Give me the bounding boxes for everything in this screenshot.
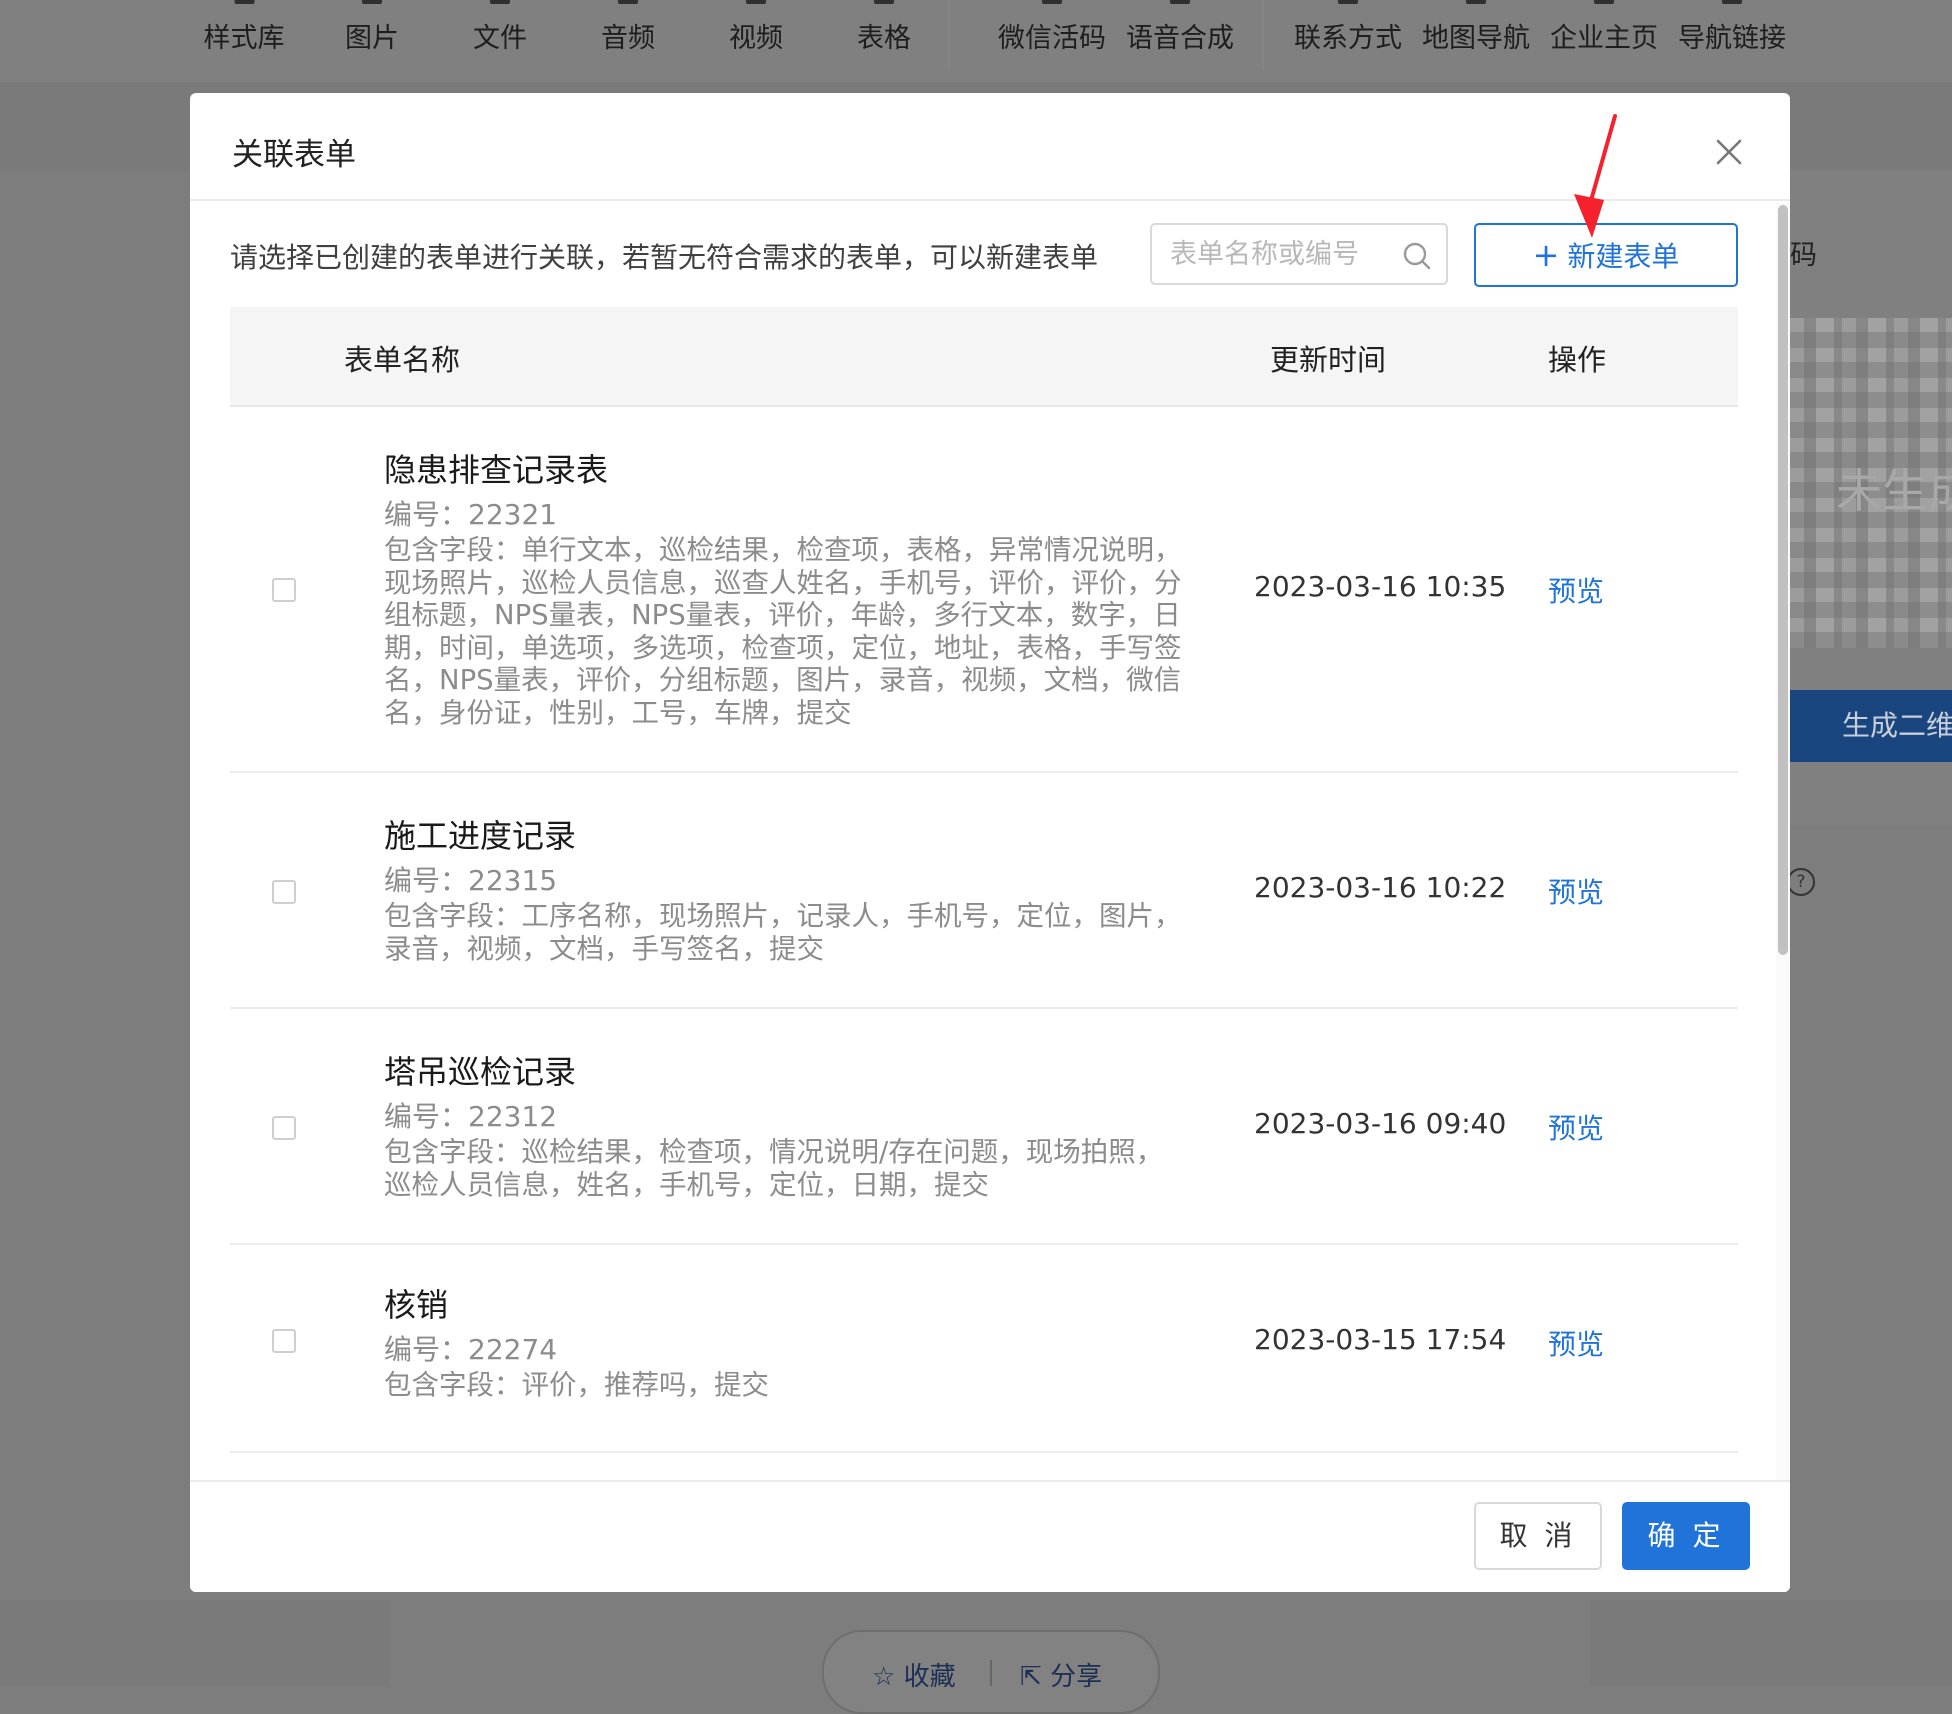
- dialog-title: 关联表单: [232, 137, 356, 173]
- favorite-button[interactable]: ☆ 收藏: [872, 1656, 956, 1693]
- plus-icon: +: [1532, 236, 1560, 274]
- column-header-action: 操作: [1548, 343, 1607, 377]
- form-code: 编号：22321: [384, 498, 558, 531]
- generate-qr-button[interactable]: 生成二维码: [1790, 690, 1952, 762]
- table-row: 隐患排查记录表 编号：22321 包含字段：单行文本，巡检结果，检查项，表格，异…: [230, 407, 1738, 773]
- toolbar-separator: [948, 0, 950, 70]
- pill-separator: [990, 1660, 992, 1686]
- toolbar-item-tts[interactable]: 语音合成: [1126, 0, 1234, 55]
- search-input[interactable]: [1170, 235, 1390, 273]
- close-icon: [1716, 139, 1742, 165]
- toolbar-item-file[interactable]: 文件: [473, 0, 527, 55]
- red-arrow-annotation: [1574, 114, 1617, 238]
- background-bottom-left: [0, 1600, 390, 1686]
- form-code: 编号：22312: [384, 1100, 558, 1133]
- toolbar-item-company-home[interactable]: 企业主页: [1550, 0, 1658, 55]
- form-code: 编号：22315: [384, 864, 558, 897]
- toolbar-item-video[interactable]: 视频: [729, 0, 783, 55]
- form-name: 核销: [384, 1286, 449, 1324]
- form-fields: 包含字段：单行文本，巡检结果，检查项，表格，异常情况说明，现场照片，巡检人员信息…: [384, 534, 1182, 729]
- form-updated-time: 2023-03-15 17:54: [1254, 1323, 1507, 1356]
- row-checkbox[interactable]: [272, 1329, 296, 1353]
- background-toolbar: 样式库 图片 文件 音频 视频 表格 微信活码 语音合成 联系方式 地图导航 企…: [0, 0, 1952, 82]
- form-fields: 包含字段：评价，推荐吗，提交: [384, 1369, 769, 1401]
- form-name: 塔吊巡检记录: [384, 1053, 577, 1091]
- column-header-name: 表单名称: [344, 343, 461, 377]
- toolbar-item-table[interactable]: 表格: [857, 0, 911, 55]
- confirm-button[interactable]: 确 定: [1622, 1502, 1750, 1570]
- row-checkbox[interactable]: [272, 578, 296, 602]
- form-fields: 包含字段：工序名称，现场照片，记录人，手机号，定位，图片，录音，视频，文档，手写…: [384, 900, 1182, 965]
- toolbar-item-wechat-code[interactable]: 微信活码: [998, 0, 1106, 55]
- preview-link[interactable]: 预览: [1548, 1107, 1604, 1147]
- toolbar-item-image[interactable]: 图片: [345, 0, 399, 55]
- side-panel-label: 码: [1790, 240, 1817, 271]
- toolbar-item-map-nav[interactable]: 地图导航: [1422, 0, 1530, 55]
- dialog-header: 关联表单: [190, 93, 1790, 201]
- share-icon: ⇱: [1020, 1662, 1042, 1692]
- search-box: [1150, 223, 1448, 285]
- toolbar-item-audio[interactable]: 音频: [601, 0, 655, 55]
- form-updated-time: 2023-03-16 10:22: [1254, 871, 1507, 904]
- preview-link[interactable]: 预览: [1548, 1323, 1604, 1363]
- share-button[interactable]: ⇱ 分享: [1020, 1656, 1102, 1693]
- link-form-dialog: 关联表单 请选择已创建的表单进行关联，若暂无符合需求的表单，可以新建表单 +新建…: [190, 93, 1790, 1592]
- toolbar-item-style-library[interactable]: 样式库: [204, 0, 285, 55]
- help-icon[interactable]: ?: [1787, 868, 1815, 896]
- qr-status-text: 未生成: [1836, 464, 1952, 518]
- new-form-label: 新建表单: [1567, 240, 1680, 273]
- table-row: 施工进度记录 编号：22315 包含字段：工序名称，现场照片，记录人，手机号，定…: [230, 773, 1738, 1009]
- form-updated-time: 2023-03-16 09:40: [1254, 1107, 1507, 1140]
- toolbar-separator: [1262, 0, 1264, 70]
- close-button[interactable]: [1712, 135, 1746, 169]
- table-row: 核销 编号：22274 包含字段：评价，推荐吗，提交 2023-03-15 17…: [230, 1245, 1738, 1453]
- row-checkbox[interactable]: [272, 1116, 296, 1140]
- star-icon: ☆: [872, 1662, 896, 1692]
- form-name: 施工进度记录: [384, 817, 577, 855]
- form-updated-time: 2023-03-16 10:35: [1254, 570, 1507, 603]
- form-name: 隐患排查记录表: [384, 451, 609, 489]
- column-header-updated: 更新时间: [1270, 343, 1387, 377]
- preview-link[interactable]: 预览: [1548, 570, 1604, 610]
- dialog-description: 请选择已创建的表单进行关联，若暂无符合需求的表单，可以新建表单: [230, 241, 1099, 274]
- row-checkbox[interactable]: [272, 880, 296, 904]
- table-row: 塔吊巡检记录 编号：22312 包含字段：巡检结果，检查项，情况说明/存在问题，…: [230, 1009, 1738, 1245]
- search-icon[interactable]: [1402, 241, 1432, 271]
- form-code: 编号：22274: [384, 1333, 558, 1366]
- dialog-footer: 取 消 确 定: [190, 1480, 1790, 1592]
- table-header: 表单名称 更新时间 操作: [230, 307, 1738, 407]
- background-bottom-right: [1590, 1600, 1952, 1686]
- toolbar-item-nav-link[interactable]: 导航链接: [1678, 0, 1786, 55]
- scrollbar-thumb[interactable]: [1778, 205, 1788, 955]
- toolbar-item-contact[interactable]: 联系方式: [1294, 0, 1402, 55]
- cancel-button[interactable]: 取 消: [1474, 1502, 1602, 1570]
- preview-link[interactable]: 预览: [1548, 871, 1604, 911]
- form-fields: 包含字段：巡检结果，检查项，情况说明/存在问题，现场拍照，巡检人员信息，姓名，手…: [384, 1136, 1164, 1201]
